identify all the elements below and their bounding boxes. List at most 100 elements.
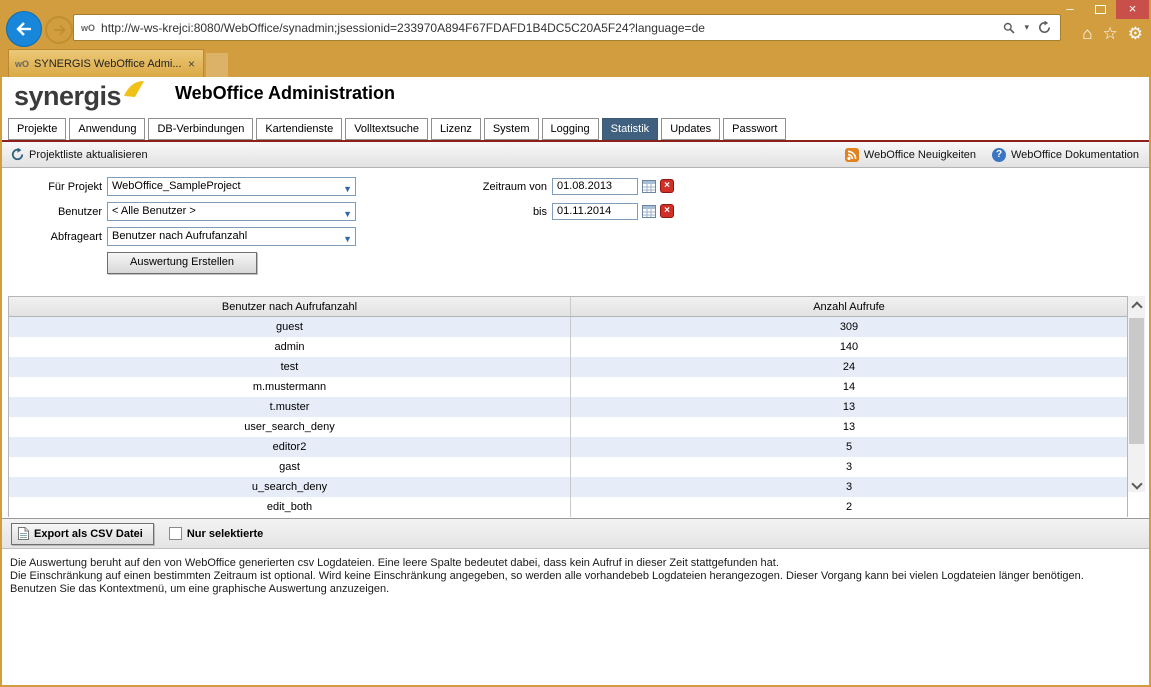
table-row[interactable]: t.muster13 [9, 397, 1127, 417]
table-cell: 14 [571, 377, 1128, 397]
tab-logging[interactable]: Logging [542, 118, 599, 140]
vertical-scrollbar[interactable] [1128, 296, 1145, 492]
table-cell: user_search_deny [9, 417, 571, 437]
home-icon[interactable]: ⌂ [1082, 24, 1092, 44]
tab-db-verbindungen[interactable]: DB-Verbindungen [148, 118, 253, 140]
address-bar[interactable]: wO http://w-ws-krejci:8080/WebOffice/syn… [73, 14, 1061, 41]
nav-tabs: ProjekteAnwendungDB-VerbindungenKartendi… [2, 118, 1149, 142]
scrollbar-thumb[interactable] [1129, 318, 1144, 444]
calendar-icon[interactable] [642, 204, 656, 218]
date-from-input[interactable]: 01.08.2013 [552, 178, 638, 195]
close-button[interactable]: × [1116, 0, 1149, 19]
query-type-label: Abfrageart [10, 231, 102, 243]
tab-lizenz[interactable]: Lizenz [431, 118, 481, 140]
table-row[interactable]: edit_both2 [9, 497, 1127, 517]
export-bar: Export als CSV Datei Nur selektierte [2, 518, 1149, 549]
browser-tab-title: SYNERGIS WebOffice Admi... [34, 58, 186, 70]
date-to-input[interactable]: 01.11.2014 [552, 203, 638, 220]
favorites-star-icon[interactable]: ☆ [1103, 24, 1118, 44]
address-dropdown-icon[interactable]: ▾ [1024, 22, 1029, 33]
synergis-logo: synergis [14, 82, 145, 110]
only-selected-checkbox[interactable] [169, 527, 182, 540]
only-selected-label: Nur selektierte [187, 528, 263, 540]
back-arrow-icon [15, 21, 33, 37]
table-cell: test [9, 357, 571, 377]
project-select-value: WebOffice_SampleProject [112, 180, 241, 192]
browser-action-icons: ⌂ ☆ ⚙ [1082, 24, 1143, 44]
table-row[interactable]: u_search_deny3 [9, 477, 1127, 497]
footnote-line: Die Einschränkung auf einen bestimmten Z… [10, 570, 1127, 583]
weboffice-news-label: WebOffice Neuigkeiten [864, 149, 976, 161]
export-csv-button[interactable]: Export als CSV Datei [11, 523, 154, 545]
tab-favicon: wO [15, 59, 29, 69]
table-cell: 5 [571, 437, 1128, 457]
table-cell: gast [9, 457, 571, 477]
table-row[interactable]: admin140 [9, 337, 1127, 357]
new-tab-button[interactable] [206, 53, 228, 77]
refresh-projects-label: Projektliste aktualisieren [29, 149, 148, 161]
address-bar-icons: ▾ [994, 21, 1060, 34]
table-cell: 3 [571, 477, 1128, 497]
table-row[interactable]: gast3 [9, 457, 1127, 477]
back-button[interactable] [6, 11, 42, 47]
project-select[interactable]: WebOffice_SampleProject ▼ [107, 177, 356, 196]
table-row[interactable]: editor25 [9, 437, 1127, 457]
table-row[interactable]: guest309 [9, 317, 1127, 338]
scroll-down-button[interactable] [1128, 475, 1145, 492]
address-favicon: wO [81, 23, 95, 33]
query-type-select-value: Benutzer nach Aufrufanzahl [112, 230, 247, 242]
tab-projekte[interactable]: Projekte [8, 118, 66, 140]
tab-passwort[interactable]: Passwort [723, 118, 786, 140]
table-cell: guest [9, 317, 571, 338]
table-cell: admin [9, 337, 571, 357]
tab-kartendienste[interactable]: Kartendienste [256, 118, 342, 140]
chevron-down-icon: ▼ [343, 181, 352, 196]
logo-swoosh-icon [123, 80, 145, 100]
results-table: Benutzer nach Aufrufanzahl Anzahl Aufruf… [9, 297, 1127, 517]
tab-statistik[interactable]: Statistik [602, 118, 659, 140]
create-report-button[interactable]: Auswertung Erstellen [107, 252, 257, 274]
clear-date-to-icon[interactable]: × [660, 204, 674, 218]
refresh-page-icon[interactable] [1038, 21, 1051, 34]
table-cell: 24 [571, 357, 1128, 377]
date-from-label: Zeitraum von [440, 181, 547, 193]
url-text[interactable]: http://w-ws-krejci:8080/WebOffice/synadm… [101, 21, 994, 35]
query-type-select[interactable]: Benutzer nach Aufrufanzahl ▼ [107, 227, 356, 246]
clear-date-from-icon[interactable]: × [660, 179, 674, 193]
results-table-container: Benutzer nach Aufrufanzahl Anzahl Aufruf… [8, 296, 1128, 517]
footnote-line: Benutzen Sie das Kontextmenü, um eine gr… [10, 583, 1127, 596]
tab-system[interactable]: System [484, 118, 539, 140]
refresh-icon [11, 148, 24, 161]
weboffice-news-link[interactable]: WebOffice Neuigkeiten [845, 148, 976, 162]
calendar-icon[interactable] [642, 179, 656, 193]
refresh-projects-button[interactable]: Projektliste aktualisieren [11, 148, 148, 161]
tab-updates[interactable]: Updates [661, 118, 720, 140]
project-label: Für Projekt [10, 181, 102, 193]
table-cell: 140 [571, 337, 1128, 357]
help-icon: ? [992, 148, 1006, 162]
table-row[interactable]: user_search_deny13 [9, 417, 1127, 437]
table-cell: 3 [571, 457, 1128, 477]
footnotes: Die Auswertung beruht auf den von WebOff… [10, 557, 1127, 596]
browser-tab[interactable]: wO SYNERGIS WebOffice Admi... × [8, 49, 204, 77]
forward-button[interactable] [45, 16, 73, 44]
footnote-line: Die Auswertung beruht auf den von WebOff… [10, 557, 1127, 570]
tab-volltextsuche[interactable]: Volltextsuche [345, 118, 428, 140]
stats-table-body: guest309admin140test24m.mustermann14t.mu… [9, 317, 1127, 518]
user-select-value: < Alle Benutzer > [112, 205, 196, 217]
tab-anwendung[interactable]: Anwendung [69, 118, 145, 140]
user-select[interactable]: < Alle Benutzer > ▼ [107, 202, 356, 221]
table-row[interactable]: test24 [9, 357, 1127, 377]
table-cell: 13 [571, 417, 1128, 437]
search-icon[interactable] [1003, 22, 1015, 34]
chevron-up-icon [1131, 301, 1142, 312]
scroll-up-button[interactable] [1128, 296, 1145, 313]
table-row[interactable]: m.mustermann14 [9, 377, 1127, 397]
rss-icon [845, 148, 859, 162]
weboffice-docs-link[interactable]: ? WebOffice Dokumentation [992, 148, 1139, 162]
table-cell: 309 [571, 317, 1128, 338]
maximize-button[interactable] [1086, 0, 1114, 19]
tab-close-icon[interactable]: × [186, 57, 197, 71]
table-cell: t.muster [9, 397, 571, 417]
settings-gear-icon[interactable]: ⚙ [1128, 24, 1143, 44]
